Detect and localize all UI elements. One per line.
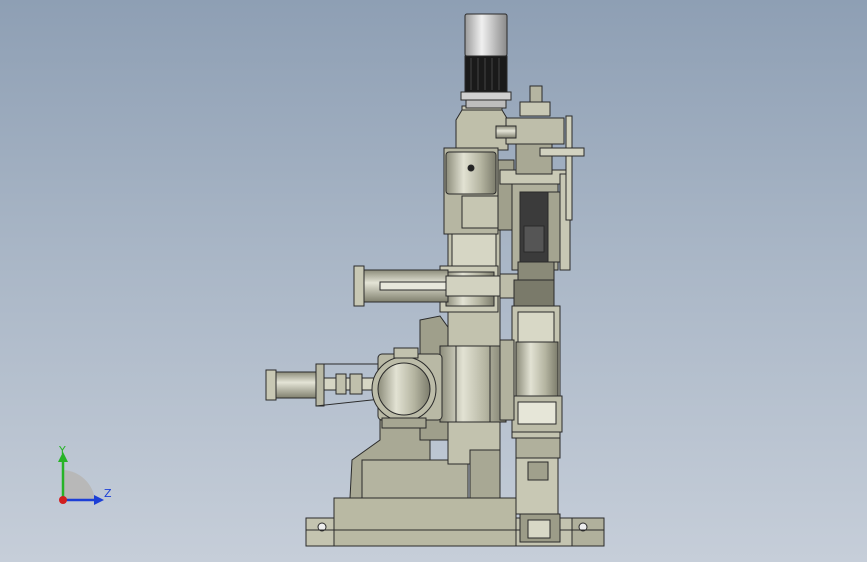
machine-drawing: Y Z	[58, 13, 605, 547]
lower-cylinder	[265, 363, 391, 407]
z-axis-label: Z	[104, 487, 112, 500]
top-motor	[460, 13, 512, 109]
cad-viewport[interactable]: Y Z	[0, 0, 867, 562]
z-axis-arrow	[94, 495, 104, 505]
wheel-housing	[499, 305, 563, 439]
side-motor	[371, 347, 443, 429]
y-axis-label: Y	[58, 444, 66, 457]
main-column	[439, 227, 507, 499]
x-axis-dot	[59, 496, 67, 504]
carriage	[515, 437, 561, 543]
axis-triad: Y Z	[58, 444, 112, 505]
